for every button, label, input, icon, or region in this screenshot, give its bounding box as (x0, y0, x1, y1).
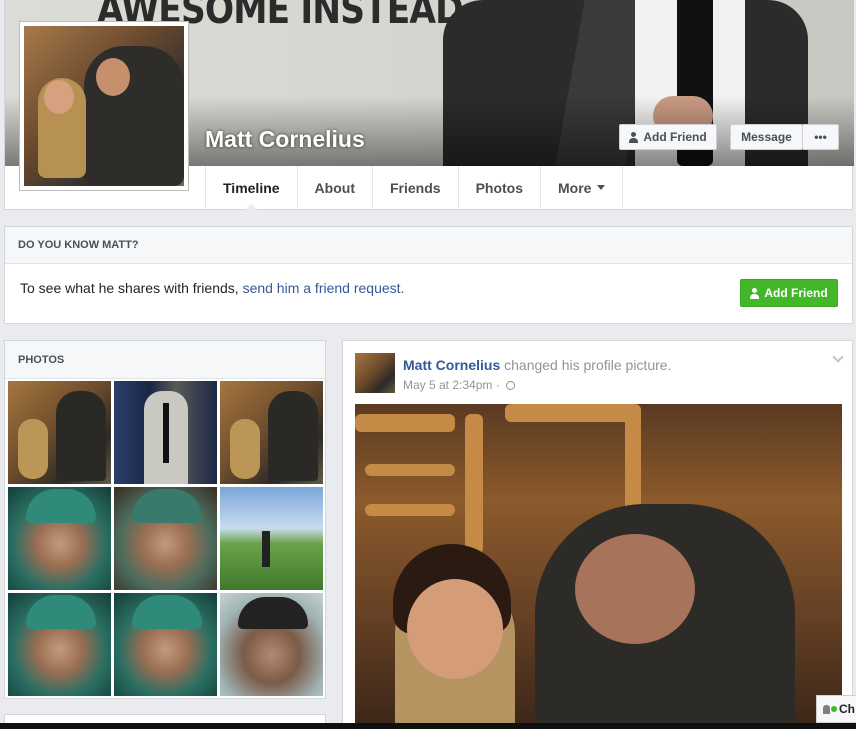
message-button[interactable]: Message (730, 124, 803, 150)
post-meta: May 5 at 2:34pm · (403, 378, 516, 392)
chair-rail (365, 464, 455, 476)
photos-title[interactable]: PHOTOS (5, 341, 325, 379)
pp-man-face (96, 58, 130, 96)
post-action-text: changed his profile picture. (504, 357, 672, 373)
chat-person-icon (823, 704, 830, 714)
photo-girl-face (407, 579, 503, 679)
add-friend-button[interactable]: Add Friend (619, 124, 717, 150)
chevron-down-icon (597, 185, 606, 190)
photo-thumbnail[interactable] (114, 593, 217, 696)
photo-grid (8, 381, 323, 696)
add-friend-green-label: Add Friend (764, 286, 828, 300)
chair-post (465, 414, 483, 554)
photo-thumbnail[interactable] (220, 593, 323, 696)
tab-photos[interactable]: Photos (457, 166, 540, 209)
tab-friends-label: Friends (389, 179, 441, 196)
profile-header: AWESOME INSTEAD. Matt Cornelius Add Frie… (4, 0, 854, 210)
globe-icon[interactable] (506, 381, 516, 390)
chat-sidebar-tab[interactable]: Ch (816, 695, 856, 723)
add-friend-label: Add Friend (643, 130, 707, 144)
more-options-button[interactable]: ••• (802, 124, 839, 150)
post-timestamp[interactable]: May 5 at 2:34pm · (403, 378, 500, 392)
photo-man-face (575, 534, 695, 644)
add-friend-icon (629, 131, 639, 143)
pp-girl-face (44, 80, 74, 114)
photo-thumbnail[interactable] (8, 593, 111, 696)
chair-rail (365, 504, 455, 516)
friend-request-link[interactable]: send him a friend request. (243, 280, 405, 296)
do-you-know-title: DO YOU KNOW MATT? (5, 227, 852, 264)
tab-more-label: More (558, 179, 592, 196)
add-friend-icon (750, 287, 760, 299)
photo-thumbnail[interactable] (8, 381, 111, 484)
timeline-post: Matt Cornelius changed his profile pictu… (342, 340, 853, 729)
tab-photos-label: Photos (475, 179, 524, 196)
do-you-know-text: To see what he shares with friends, send… (20, 280, 404, 296)
profile-name[interactable]: Matt Cornelius (205, 126, 365, 153)
chair-rail (505, 404, 635, 422)
tab-timeline[interactable]: Timeline (205, 166, 297, 210)
post-author-link[interactable]: Matt Cornelius (403, 357, 500, 373)
do-you-know-card: DO YOU KNOW MATT? To see what he shares … (4, 226, 853, 324)
post-header: Matt Cornelius changed his profile pictu… (403, 357, 671, 373)
photos-card: PHOTOS (4, 340, 326, 699)
chair-rail (355, 414, 455, 432)
post-options-chevron-icon[interactable] (832, 351, 844, 363)
tab-about[interactable]: About (296, 166, 372, 209)
photo-thumbnail[interactable] (114, 381, 217, 484)
photo-thumbnail[interactable] (114, 487, 217, 590)
profile-picture[interactable] (19, 21, 189, 191)
avatar[interactable] (355, 353, 395, 393)
add-friend-green-button[interactable]: Add Friend (740, 279, 838, 307)
chat-label: Ch (839, 702, 855, 716)
post-photo[interactable] (355, 404, 842, 729)
tab-friends[interactable]: Friends (371, 166, 458, 209)
do-you-know-message: To see what he shares with friends, (20, 280, 239, 296)
tab-about-label: About (314, 179, 355, 196)
profile-picture-image (24, 26, 184, 186)
photo-thumbnail[interactable] (8, 487, 111, 590)
chair-post (625, 404, 641, 514)
tab-timeline-label: Timeline (223, 179, 280, 196)
tab-more[interactable]: More (540, 166, 624, 209)
os-taskbar-edge (0, 723, 856, 729)
online-dot-icon (831, 706, 837, 712)
photo-thumbnail[interactable] (220, 487, 323, 590)
profile-tabs: Timeline About Friends Photos More (205, 166, 624, 210)
photo-thumbnail[interactable] (220, 381, 323, 484)
